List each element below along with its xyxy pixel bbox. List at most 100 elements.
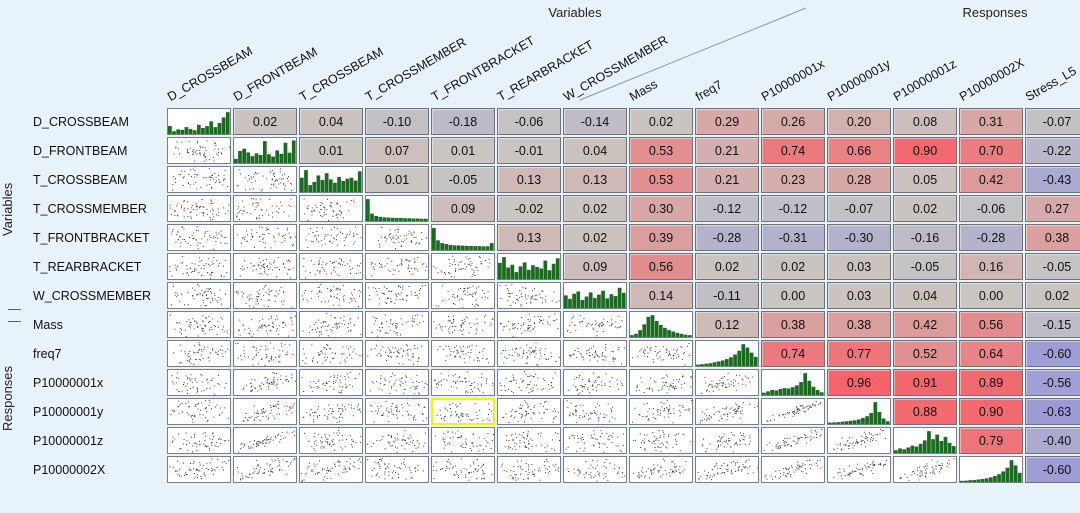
correlation-cell[interactable]: 0.74 [761, 340, 825, 367]
scatter-plot-cell[interactable] [629, 427, 693, 454]
scatter-plot-cell[interactable] [365, 427, 429, 454]
correlation-cell[interactable]: 0.38 [827, 311, 891, 338]
correlation-cell[interactable]: -0.60 [1025, 340, 1080, 367]
correlation-cell[interactable]: 0.53 [629, 166, 693, 193]
scatter-plot-cell[interactable] [431, 253, 495, 280]
scatter-plot-cell[interactable] [233, 398, 297, 425]
correlation-cell[interactable]: 0.64 [959, 340, 1023, 367]
correlation-cell[interactable]: -0.63 [1025, 398, 1080, 425]
correlation-cell[interactable]: -0.31 [761, 224, 825, 251]
correlation-cell[interactable]: 0.09 [431, 195, 495, 222]
scatter-plot-cell[interactable] [695, 456, 759, 483]
scatter-plot-cell[interactable] [365, 398, 429, 425]
correlation-cell[interactable]: -0.22 [1025, 137, 1080, 164]
scatter-plot-cell[interactable] [167, 427, 231, 454]
row-header-w_crossmember[interactable]: W_CROSSMEMBER [33, 282, 151, 311]
correlation-cell[interactable]: -0.01 [497, 137, 561, 164]
scatter-plot-cell[interactable] [167, 398, 231, 425]
correlation-cell[interactable]: 0.70 [959, 137, 1023, 164]
scatter-plot-cell[interactable] [431, 311, 495, 338]
scatter-plot-cell[interactable] [497, 282, 561, 309]
scatter-plot-cell[interactable] [167, 369, 231, 396]
scatter-plot-cell[interactable] [563, 340, 627, 367]
scatter-plot-cell[interactable] [299, 253, 363, 280]
scatter-plot-cell[interactable] [563, 398, 627, 425]
diagonal-histogram-cell[interactable] [299, 166, 363, 193]
correlation-cell[interactable]: -0.10 [365, 108, 429, 135]
correlation-cell[interactable]: 0.91 [893, 369, 957, 396]
correlation-cell[interactable]: 0.90 [893, 137, 957, 164]
scatter-plot-cell[interactable] [431, 282, 495, 309]
scatter-plot-cell-selected[interactable] [431, 398, 495, 425]
correlation-cell[interactable]: 0.05 [893, 166, 957, 193]
correlation-cell[interactable]: 0.21 [695, 166, 759, 193]
correlation-cell[interactable]: 0.56 [629, 253, 693, 280]
scatter-plot-cell[interactable] [167, 282, 231, 309]
diagonal-histogram-cell[interactable] [893, 427, 957, 454]
scatter-plot-cell[interactable] [167, 456, 231, 483]
scatter-plot-cell[interactable] [167, 224, 231, 251]
column-header-freq7[interactable]: freq7 [693, 78, 725, 104]
correlation-cell[interactable]: -0.12 [695, 195, 759, 222]
correlation-cell[interactable]: -0.40 [1025, 427, 1080, 454]
correlation-cell[interactable]: 0.02 [233, 108, 297, 135]
scatter-plot-cell[interactable] [299, 195, 363, 222]
diagonal-histogram-cell[interactable] [431, 224, 495, 251]
row-header-d_frontbeam[interactable]: D_FRONTBEAM [33, 137, 127, 166]
scatter-plot-cell[interactable] [761, 456, 825, 483]
scatter-plot-cell[interactable] [431, 340, 495, 367]
diagonal-histogram-cell[interactable] [365, 195, 429, 222]
row-header-t_frontbracket[interactable]: T_FRONTBRACKET [33, 224, 150, 253]
scatter-plot-cell[interactable] [233, 340, 297, 367]
column-header-p10000002x[interactable]: P10000002X [957, 56, 1027, 104]
correlation-cell[interactable]: 0.39 [629, 224, 693, 251]
scatter-plot-cell[interactable] [761, 427, 825, 454]
correlation-cell[interactable]: 0.08 [893, 108, 957, 135]
scatter-plot-cell[interactable] [497, 340, 561, 367]
correlation-cell[interactable]: 0.09 [563, 253, 627, 280]
scatter-plot-cell[interactable] [233, 369, 297, 396]
correlation-cell[interactable]: 0.00 [959, 282, 1023, 309]
scatter-plot-cell[interactable] [167, 311, 231, 338]
correlation-cell[interactable]: 0.00 [761, 282, 825, 309]
scatter-plot-cell[interactable] [233, 253, 297, 280]
diagonal-histogram-cell[interactable] [629, 311, 693, 338]
correlation-cell[interactable]: 0.03 [827, 282, 891, 309]
scatter-plot-cell[interactable] [497, 456, 561, 483]
scatter-plot-cell[interactable] [365, 253, 429, 280]
diagonal-histogram-cell[interactable] [959, 456, 1023, 483]
row-header-t_crossmember[interactable]: T_CROSSMEMBER [33, 195, 147, 224]
correlation-cell[interactable]: 0.01 [299, 137, 363, 164]
correlation-cell[interactable]: 0.74 [761, 137, 825, 164]
correlation-cell[interactable]: 0.13 [497, 224, 561, 251]
scatter-plot-cell[interactable] [563, 311, 627, 338]
scatter-plot-cell[interactable] [827, 456, 891, 483]
correlation-cell[interactable]: -0.60 [1025, 456, 1080, 483]
scatter-plot-cell[interactable] [299, 369, 363, 396]
scatter-plot-cell[interactable] [695, 398, 759, 425]
scatter-plot-cell[interactable] [167, 340, 231, 367]
column-header-mass[interactable]: Mass [627, 77, 660, 104]
correlation-cell[interactable]: 0.42 [959, 166, 1023, 193]
correlation-cell[interactable]: 0.52 [893, 340, 957, 367]
correlation-cell[interactable]: -0.12 [761, 195, 825, 222]
correlation-cell[interactable]: 0.03 [827, 253, 891, 280]
scatter-plot-cell[interactable] [695, 369, 759, 396]
correlation-cell[interactable]: -0.05 [893, 253, 957, 280]
row-header-p10000001x[interactable]: P10000001x [33, 369, 103, 398]
correlation-cell[interactable]: 0.16 [959, 253, 1023, 280]
correlation-cell[interactable]: -0.07 [1025, 108, 1080, 135]
row-header-t_rearbracket[interactable]: T_REARBRACKET [33, 253, 141, 282]
scatter-plot-cell[interactable] [233, 166, 297, 193]
column-header-p10000001z[interactable]: P10000001z [891, 57, 959, 104]
scatter-plot-cell[interactable] [167, 137, 231, 164]
row-header-p10000001y[interactable]: P10000001y [33, 398, 103, 427]
scatter-plot-cell[interactable] [431, 427, 495, 454]
correlation-cell[interactable]: -0.06 [959, 195, 1023, 222]
correlation-cell[interactable]: 0.53 [629, 137, 693, 164]
scatter-plot-cell[interactable] [299, 427, 363, 454]
scatter-plot-cell[interactable] [629, 398, 693, 425]
correlation-cell[interactable]: 0.23 [761, 166, 825, 193]
scatter-plot-cell[interactable] [299, 340, 363, 367]
correlation-cell[interactable]: 0.02 [893, 195, 957, 222]
